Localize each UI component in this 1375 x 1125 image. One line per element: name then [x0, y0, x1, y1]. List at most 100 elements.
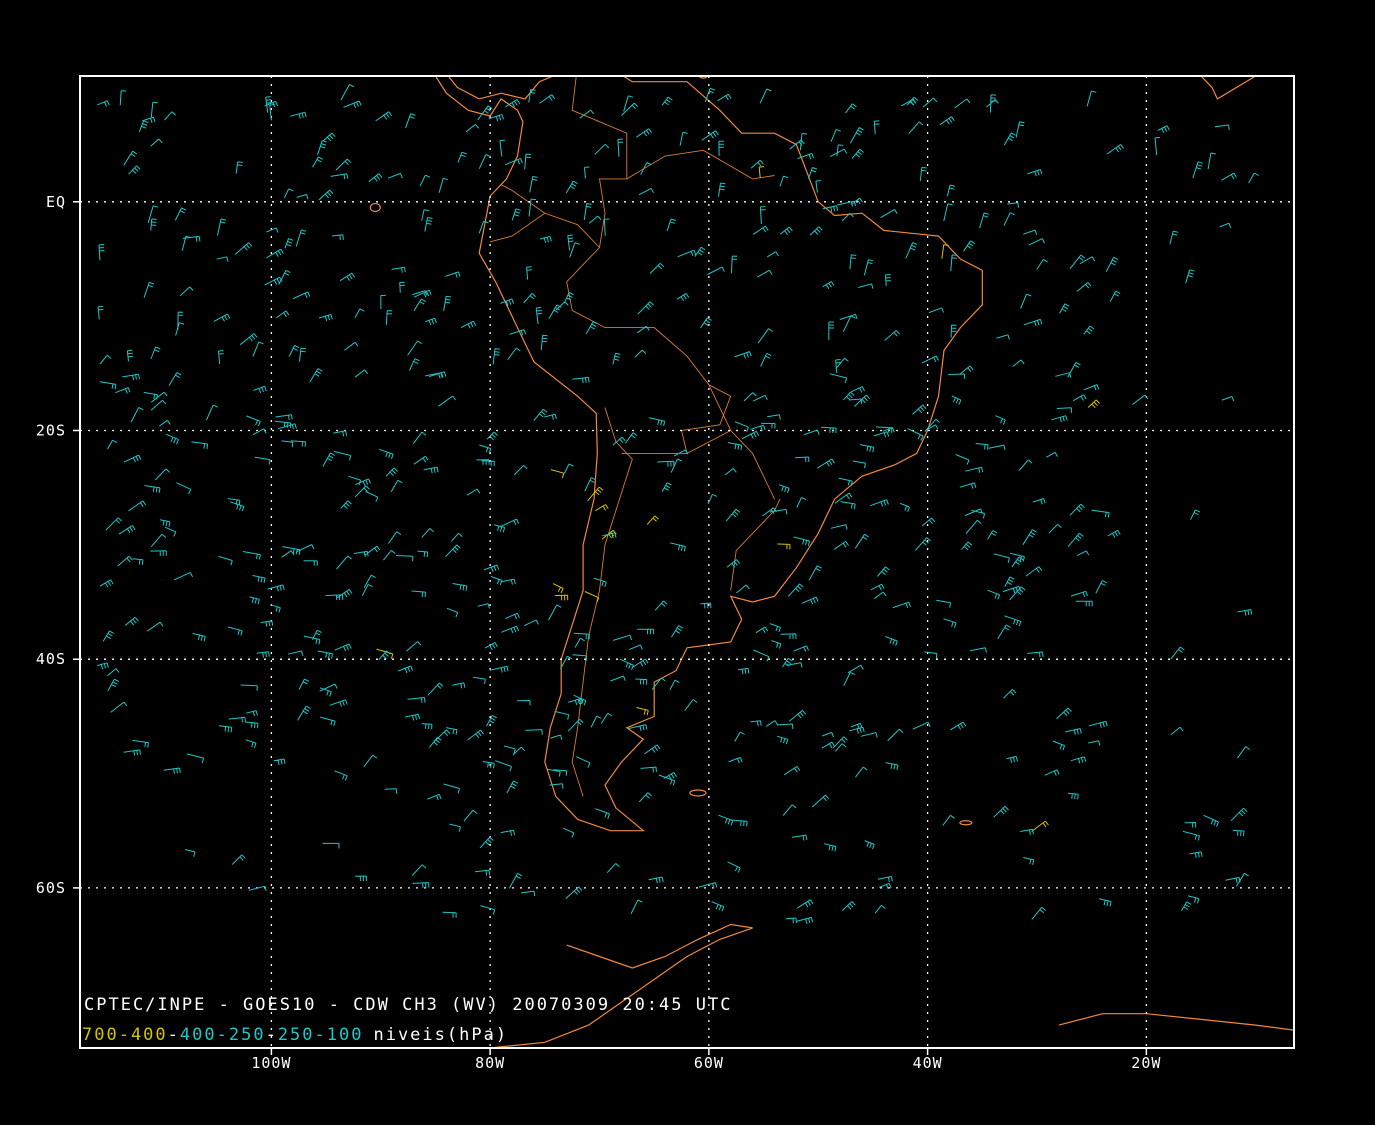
wind-barb	[1230, 807, 1248, 822]
wind-barb	[483, 564, 500, 572]
wind-barb	[413, 298, 426, 312]
wind-barb	[785, 917, 797, 924]
wind-barb	[630, 899, 643, 915]
wind-barb	[443, 295, 452, 311]
wind-barb	[1169, 230, 1179, 245]
wind-barb	[640, 162, 652, 175]
wind-barb	[1170, 646, 1185, 660]
wind-barb	[851, 148, 864, 159]
wind-barb	[1004, 576, 1015, 588]
wind-barb	[803, 429, 820, 436]
wind-barb	[993, 553, 1010, 563]
wind-barb	[554, 710, 570, 720]
wind-barb	[334, 770, 348, 781]
wind-barb	[411, 590, 426, 598]
wind-barb	[858, 283, 874, 289]
wind-barb	[322, 842, 340, 849]
wind-barb	[132, 558, 144, 565]
y-tick-label: 20S	[36, 421, 66, 439]
wind-barb	[822, 280, 835, 290]
wind-barb	[330, 173, 349, 180]
wind-barb	[385, 310, 393, 326]
wind-barb	[297, 705, 311, 721]
wind-barb	[252, 428, 267, 436]
wind-barb	[731, 255, 738, 274]
wind-barb	[795, 456, 810, 463]
wind-barb	[1025, 566, 1043, 577]
wind-barb	[292, 291, 311, 300]
wind-barb	[950, 254, 958, 272]
wind-barb	[1009, 552, 1025, 562]
wind-barb	[234, 242, 253, 255]
wind-barb	[943, 618, 957, 628]
wind-barb	[355, 478, 371, 486]
wind-barb	[159, 419, 171, 427]
wind-barb	[757, 328, 773, 344]
wind-barb	[378, 650, 391, 661]
wind-barb	[860, 444, 875, 453]
wind-barb	[213, 313, 231, 322]
wind-barb	[555, 594, 569, 601]
wind-barb	[407, 340, 422, 356]
wind-barb	[150, 399, 167, 411]
wind-barb	[954, 98, 971, 109]
wind-barb	[988, 444, 1006, 451]
wind-barb	[684, 699, 698, 711]
wind-barb	[460, 320, 477, 329]
wind-barb	[176, 482, 192, 495]
wind-barb	[184, 849, 196, 857]
country-border	[500, 184, 546, 214]
wind-barb	[334, 643, 352, 652]
wind-barb	[1056, 707, 1072, 720]
wind-barb	[1023, 229, 1038, 235]
legend-suffix: niveis(hPa)	[373, 1025, 508, 1045]
wind-barb	[390, 479, 403, 492]
wind-barb	[941, 244, 949, 259]
wind-barb	[252, 341, 264, 357]
wind-barb	[743, 392, 757, 402]
wind-barb	[1048, 523, 1062, 534]
wind-barb	[119, 90, 127, 106]
wind-barb	[123, 454, 142, 463]
wind-barb	[421, 723, 433, 730]
wind-barb	[339, 272, 356, 282]
wind-barb	[610, 675, 626, 682]
wind-barb	[227, 626, 243, 636]
wind-barb	[619, 658, 634, 670]
wind-barb	[509, 329, 527, 336]
wind-barb	[443, 783, 460, 794]
wind-barb	[1087, 399, 1100, 409]
longitude-labels: 100W 80W 60W 40W 20W	[251, 1048, 1160, 1072]
wind-barb	[752, 394, 768, 402]
wind-barb	[523, 293, 537, 304]
coastline	[434, 76, 983, 832]
wind-barb	[594, 143, 610, 155]
wind-barb	[822, 205, 839, 213]
wind-barb	[830, 128, 841, 142]
wind-barb	[290, 111, 307, 119]
wind-barb	[218, 725, 233, 733]
wind-barb	[995, 415, 1006, 425]
wind-barb	[637, 301, 654, 315]
wind-barb	[1131, 394, 1149, 405]
wind-barb	[150, 550, 167, 557]
wind-barb	[782, 657, 793, 668]
wind-barb	[779, 226, 793, 236]
wind-barb	[173, 571, 193, 581]
wind-barb	[417, 550, 429, 558]
wind-barb	[228, 716, 246, 723]
wind-barb	[354, 308, 365, 318]
wind-barb	[1023, 857, 1035, 865]
wind-barb	[863, 259, 874, 276]
wind-barb	[1170, 726, 1184, 735]
wind-barb	[884, 330, 900, 341]
wind-barb	[877, 566, 890, 577]
wind-barb	[273, 758, 286, 765]
wind-barb	[499, 139, 505, 157]
wind-barb	[240, 684, 258, 691]
wind-barb	[585, 321, 598, 335]
wind-barb	[391, 266, 406, 273]
wind-barb	[654, 600, 668, 611]
wind-barb	[707, 493, 718, 505]
wind-barb	[961, 541, 973, 551]
